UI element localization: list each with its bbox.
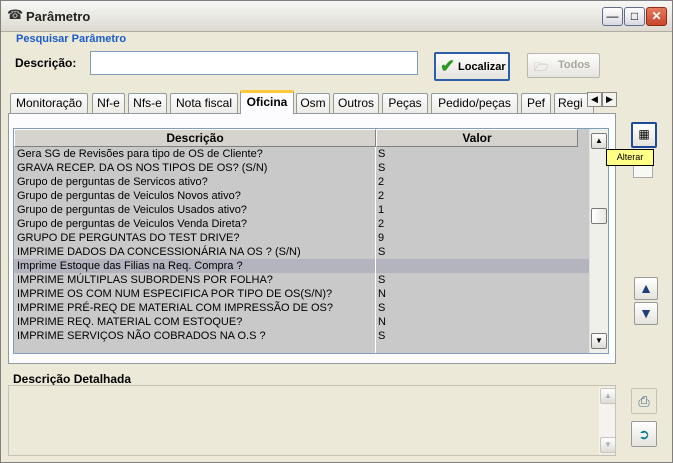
- tab-monitoracao[interactable]: Monitoração: [10, 93, 88, 113]
- cell-valor: S: [378, 330, 386, 342]
- category-tabs: Monitoração Nf-e Nfs-e Nota fiscal Ofici…: [8, 90, 620, 114]
- print-button[interactable]: ⎙: [631, 388, 657, 414]
- cell-valor: 2: [378, 176, 385, 188]
- cell-descricao: Grupo de perguntas de Veiculos Usados at…: [17, 204, 247, 216]
- table-row[interactable]: IMPRIME REQ. MATERIAL COM ESTOQUE? N: [14, 315, 590, 329]
- table-row[interactable]: IMPRIME OS COM NUM ESPECIFICA POR TIPO D…: [14, 287, 590, 301]
- scroll-up-icon[interactable]: ▲: [591, 133, 607, 149]
- cell-valor: 9: [378, 232, 385, 244]
- parametro-window: ☎ Parâmetro — □ ✕ Pesquisar Parâmetro De…: [0, 0, 673, 463]
- cell-descricao: GRUPO DE PERGUNTAS DO TEST DRIVE?: [17, 232, 240, 244]
- grid-edit-icon: ▦: [638, 127, 650, 141]
- tab-pef[interactable]: Pef: [521, 93, 551, 113]
- table-row[interactable]: Gera SG de Revisões para tipo de OS de C…: [14, 147, 590, 161]
- tab-osm[interactable]: Osm: [296, 93, 330, 113]
- minimize-button[interactable]: —: [602, 7, 623, 26]
- column-divider: [375, 147, 376, 353]
- cell-valor: S: [378, 162, 386, 174]
- cell-valor: 1: [378, 204, 385, 216]
- detail-scrollbar[interactable]: ▲ ▼: [599, 387, 616, 454]
- exit-button[interactable]: ➲: [631, 421, 657, 447]
- move-up-icon: ▲: [639, 280, 653, 296]
- alterar-button-shadow: [633, 166, 653, 178]
- cell-valor: S: [378, 302, 386, 314]
- tab-outros[interactable]: Outros: [333, 93, 379, 113]
- table-row[interactable]: Grupo de perguntas de Servicos ativo? 2: [14, 175, 590, 189]
- table-row[interactable]: GRAVA RECEP. DA OS NOS TIPOS DE OS? (S/N…: [14, 161, 590, 175]
- alterar-button[interactable]: ▦: [631, 122, 657, 148]
- table-row[interactable]: Grupo de perguntas de Veiculos Usados at…: [14, 203, 590, 217]
- cell-descricao: Grupo de perguntas de Servicos ativo?: [17, 176, 208, 188]
- todos-button[interactable]: 🗁 Todos: [527, 53, 600, 78]
- table-row[interactable]: Imprime Estoque das Filias na Req. Compr…: [14, 259, 590, 273]
- tab-scroll-left-icon[interactable]: ◀: [587, 92, 602, 107]
- cell-valor: 2: [378, 190, 385, 202]
- column-header-descricao[interactable]: Descrição: [14, 129, 376, 147]
- tab-oficina[interactable]: Oficina: [240, 90, 294, 114]
- table-row[interactable]: IMPRIME MÚLTIPLAS SUBORDENS POR FOLHA? S: [14, 273, 590, 287]
- table-row[interactable]: Grupo de perguntas de Veiculos Novos ati…: [14, 189, 590, 203]
- todos-label: Todos: [558, 59, 591, 71]
- cell-descricao: Gera SG de Revisões para tipo de OS de C…: [17, 148, 263, 160]
- grid-rows: Gera SG de Revisões para tipo de OS de C…: [14, 147, 590, 343]
- parameter-window-icon: ☎: [7, 7, 24, 22]
- alterar-tooltip: Alterar: [606, 149, 654, 166]
- table-row[interactable]: Grupo de perguntas de Veiculos Venda Dir…: [14, 217, 590, 231]
- detail-textarea[interactable]: [8, 385, 616, 456]
- localizar-label: Localizar: [458, 61, 506, 73]
- cell-descricao: IMPRIME REQ. MATERIAL COM ESTOQUE?: [17, 316, 243, 328]
- title-bar[interactable]: ☎ Parâmetro — □ ✕: [1, 1, 672, 32]
- cell-descricao: Grupo de perguntas de Veiculos Novos ati…: [17, 190, 241, 202]
- cell-valor: S: [378, 274, 386, 286]
- move-down-icon: ▼: [639, 305, 653, 321]
- description-label: Descrição:: [15, 56, 77, 70]
- cell-valor: S: [378, 148, 386, 160]
- move-up-button[interactable]: ▲: [634, 277, 658, 300]
- close-button[interactable]: ✕: [646, 7, 667, 26]
- tab-pedido-pecas[interactable]: Pedido/peças: [431, 93, 518, 113]
- cell-valor: S: [378, 246, 386, 258]
- grid-header: Descrição Valor: [14, 129, 590, 147]
- folder-icon: 🗁: [534, 60, 549, 74]
- table-row[interactable]: GRUPO DE PERGUNTAS DO TEST DRIVE? 9: [14, 231, 590, 245]
- cell-descricao: IMPRIME MÚLTIPLAS SUBORDENS POR FOLHA?: [17, 274, 273, 286]
- scroll-thumb[interactable]: [591, 208, 607, 224]
- move-down-button[interactable]: ▼: [634, 302, 658, 325]
- cell-descricao: IMPRIME OS COM NUM ESPECIFICA POR TIPO D…: [17, 288, 333, 300]
- cell-descricao: IMPRIME DADOS DA CONCESSIONÁRIA NA OS ? …: [17, 246, 301, 258]
- description-input[interactable]: [90, 51, 418, 75]
- maximize-button[interactable]: □: [624, 7, 645, 26]
- cell-valor: N: [378, 288, 386, 300]
- tab-nota-fiscal[interactable]: Nota fiscal: [170, 93, 238, 113]
- exit-door-icon: ➲: [638, 426, 650, 442]
- tab-nfse[interactable]: Nfs-e: [128, 93, 167, 113]
- tab-pecas[interactable]: Peças: [382, 93, 428, 113]
- tab-nfe[interactable]: Nf-e: [92, 93, 125, 113]
- localizar-button[interactable]: ✔ Localizar: [434, 52, 510, 81]
- column-header-valor[interactable]: Valor: [376, 129, 578, 147]
- detail-title: Descrição Detalhada: [13, 372, 132, 386]
- cell-descricao: Imprime Estoque das Filias na Req. Compr…: [17, 260, 243, 272]
- window-title: Parâmetro: [26, 9, 91, 24]
- search-panel: Pesquisar Parâmetro Descrição: ✔ Localiz…: [8, 31, 616, 88]
- detail-scroll-up-icon[interactable]: ▲: [600, 388, 616, 404]
- scroll-down-icon[interactable]: ▼: [591, 333, 607, 349]
- cell-valor: N: [378, 316, 386, 328]
- table-row[interactable]: IMPRIME DADOS DA CONCESSIONÁRIA NA OS ? …: [14, 245, 590, 259]
- print-icon: ⎙: [638, 393, 650, 409]
- cell-descricao: GRAVA RECEP. DA OS NOS TIPOS DE OS? (S/N…: [17, 162, 268, 174]
- tab-panel-oficina: Descrição Valor Gera SG de Revisões para…: [8, 113, 616, 364]
- tab-scroll-right-icon[interactable]: ▶: [602, 92, 617, 107]
- search-section-title: Pesquisar Parâmetro: [16, 33, 127, 45]
- parameters-grid[interactable]: Descrição Valor Gera SG de Revisões para…: [13, 128, 609, 354]
- cell-descricao: IMPRIME SERVIÇOS NÃO COBRADOS NA O.S ?: [17, 330, 266, 342]
- cell-valor: 2: [378, 218, 385, 230]
- cell-descricao: IMPRIME PRÉ-REQ DE MATERIAL COM IMPRESSÃ…: [17, 302, 333, 314]
- check-icon: ✔: [440, 56, 456, 76]
- table-row[interactable]: IMPRIME PRÉ-REQ DE MATERIAL COM IMPRESSÃ…: [14, 301, 590, 315]
- cell-descricao: Grupo de perguntas de Veiculos Venda Dir…: [17, 218, 247, 230]
- table-row[interactable]: IMPRIME SERVIÇOS NÃO COBRADOS NA O.S ? S: [14, 329, 590, 343]
- detail-scroll-down-icon[interactable]: ▼: [600, 437, 616, 453]
